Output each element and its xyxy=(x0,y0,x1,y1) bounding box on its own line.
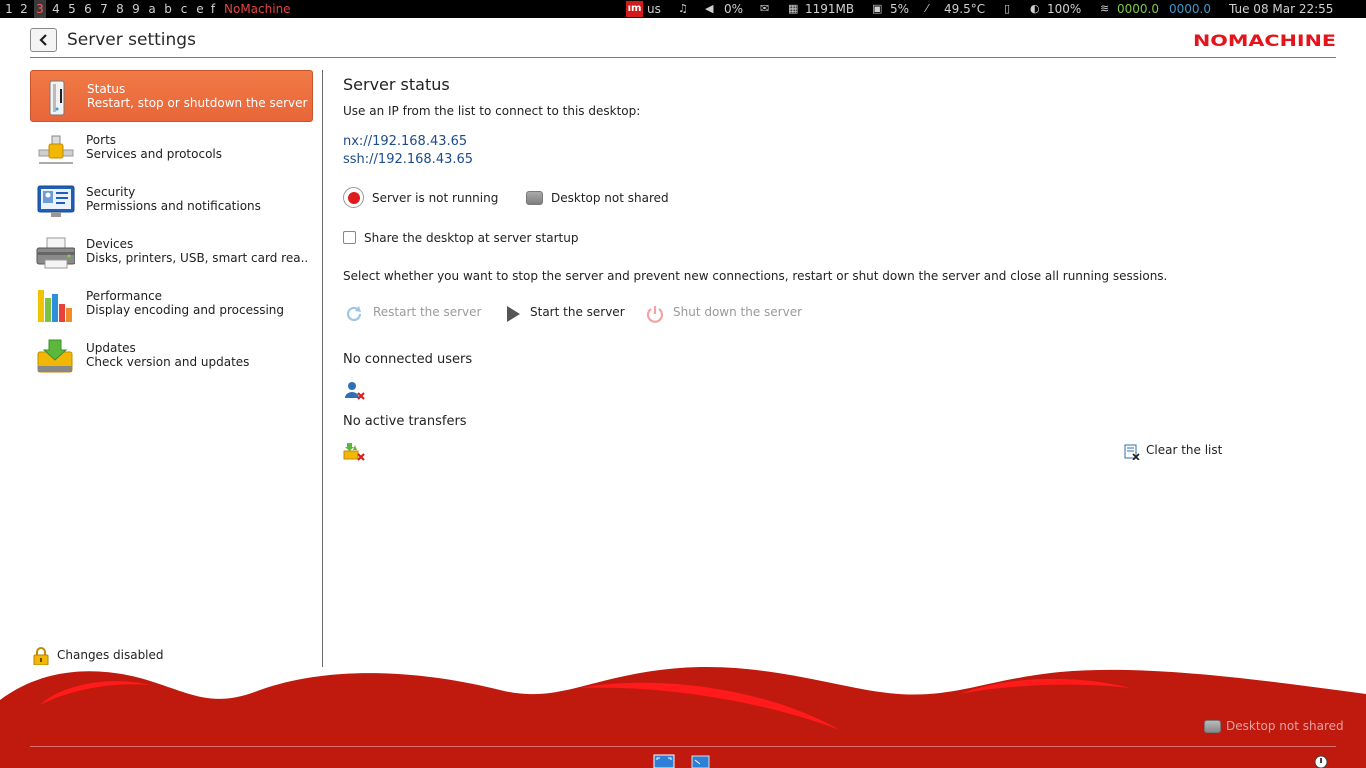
server-icon xyxy=(49,80,65,116)
music-note-icon: ♫ xyxy=(678,2,688,15)
workspace-9[interactable]: 9 xyxy=(130,0,142,18)
connected-users-heading: No connected users xyxy=(343,352,473,367)
footer-divider xyxy=(30,746,1336,747)
server-status-label: Server is not running xyxy=(372,191,499,205)
chevron-left-icon xyxy=(38,34,47,46)
intro-text: Use an IP from the list to connect to th… xyxy=(343,104,641,118)
footer-wave xyxy=(0,667,1366,768)
sidebar-item-subtitle: Permissions and notifications xyxy=(86,199,261,213)
page-title: Server settings xyxy=(67,30,196,50)
transfers-heading: No active transfers xyxy=(343,414,467,429)
sidebar-item-subtitle: Restart, stop or shutdown the server xyxy=(87,96,308,110)
play-icon xyxy=(507,306,520,322)
ports-icon xyxy=(38,135,74,164)
cpu-usage: 5% xyxy=(890,2,910,16)
temperature: 49.5°C xyxy=(944,2,986,16)
net-download: 0000.0 xyxy=(1117,2,1159,16)
workspace-c[interactable]: c xyxy=(178,0,190,18)
workspace-3[interactable]: 3 xyxy=(34,0,46,18)
clear-list-label: Clear the list xyxy=(1146,443,1223,457)
speaker-icon: ◀ xyxy=(705,2,714,15)
bar-chart-icon xyxy=(38,290,72,322)
workspace-f[interactable]: f xyxy=(207,0,219,18)
sidebar-item-security[interactable]: Security Permissions and notifications xyxy=(30,174,313,226)
sidebar-item-title: Devices xyxy=(86,237,134,251)
memory-icon: ▦ xyxy=(788,2,799,15)
shutdown-server-label: Shut down the server xyxy=(673,305,803,319)
workspace-b[interactable]: b xyxy=(162,0,174,18)
thermometer-icon: ⁄ xyxy=(926,2,928,15)
window-mode-icon[interactable] xyxy=(690,752,712,768)
input-method-icon[interactable]: ım xyxy=(626,1,643,17)
power-icon xyxy=(646,306,664,323)
header-divider xyxy=(30,57,1336,58)
mail-icon: ✉ xyxy=(760,2,770,15)
sidebar-item-ports[interactable]: Ports Services and protocols xyxy=(30,122,313,174)
sidebar-item-subtitle: Check version and updates xyxy=(86,355,250,369)
security-icon xyxy=(37,185,75,217)
sidebar-item-subtitle: Disks, printers, USB, smart card rea... xyxy=(86,251,308,265)
sidebar-item-subtitle: Services and protocols xyxy=(86,147,223,161)
desktop-share-icon xyxy=(1204,720,1221,733)
net-upload: 0000.0 xyxy=(1169,2,1211,16)
workspace-7[interactable]: 7 xyxy=(98,0,110,18)
server-status-indicator xyxy=(343,187,364,208)
brightness-icon: ◐ xyxy=(1030,2,1040,15)
wifi-icon: ≋ xyxy=(1100,2,1110,15)
battery-icon: ▯ xyxy=(1004,2,1011,15)
sidebar-item-status[interactable]: Status Restart, stop or shutdown the ser… xyxy=(30,70,313,122)
battery-level: 100% xyxy=(1047,2,1082,16)
sidebar-item-title: Ports xyxy=(86,133,117,147)
share-desktop-label[interactable]: Share the desktop at server startup xyxy=(364,231,578,245)
workspace-4[interactable]: 4 xyxy=(50,0,62,18)
no-transfers-icon xyxy=(343,443,365,461)
nomachine-logo: NOMACHINE xyxy=(1193,31,1336,49)
workspace-1[interactable]: 1 xyxy=(3,0,15,18)
sidebar-divider xyxy=(322,70,323,667)
server-actions-description: Select whether you want to stop the serv… xyxy=(343,269,1168,283)
sidebar-item-title: Security xyxy=(86,185,136,199)
desktop-share-icon xyxy=(526,191,543,205)
sidebar-item-devices[interactable]: Devices Disks, printers, USB, smart card… xyxy=(30,226,313,278)
printer-icon xyxy=(36,237,75,269)
info-icon[interactable] xyxy=(1314,755,1328,768)
download-icon xyxy=(37,339,73,373)
section-title: Server status xyxy=(343,75,450,94)
memory-usage: 1191MB xyxy=(805,2,855,16)
sidebar-item-title: Status xyxy=(87,82,126,96)
workspace-a[interactable]: a xyxy=(146,0,158,18)
nx-address-link[interactable]: nx://192.168.43.65 xyxy=(343,134,467,149)
workspace-e[interactable]: e xyxy=(194,0,206,18)
keyboard-layout[interactable]: us xyxy=(647,0,661,18)
clear-list-icon xyxy=(1124,444,1140,460)
svg-text:NOMACHINE: NOMACHINE xyxy=(1193,31,1336,49)
active-window-title: NoMachine xyxy=(224,2,291,16)
no-users-icon xyxy=(345,382,365,400)
sidebar-item-performance[interactable]: Performance Display encoding and process… xyxy=(30,278,313,330)
clock[interactable]: Tue 08 Mar 22:55 xyxy=(1229,0,1333,18)
footer-desktop-status-label: Desktop not shared xyxy=(1226,719,1344,733)
workspace-2[interactable]: 2 xyxy=(18,0,30,18)
sidebar-item-title: Updates xyxy=(86,341,136,355)
restart-icon xyxy=(346,306,362,322)
desktop-status-label: Desktop not shared xyxy=(551,191,669,205)
system-status-bar: 123456789abcef NoMachine ım us ♫ ◀ 0% ✉ … xyxy=(0,0,1366,18)
volume-level[interactable]: 0% xyxy=(724,0,743,18)
sidebar-item-subtitle: Display encoding and processing xyxy=(86,303,285,317)
sidebar-item-title: Performance xyxy=(86,289,163,303)
workspace-6[interactable]: 6 xyxy=(82,0,94,18)
restart-server-label: Restart the server xyxy=(373,305,482,319)
start-server-label: Start the server xyxy=(530,305,625,319)
back-button[interactable] xyxy=(30,28,57,52)
cpu-icon: ▣ xyxy=(872,2,883,15)
workspace-5[interactable]: 5 xyxy=(66,0,78,18)
workspace-8[interactable]: 8 xyxy=(114,0,126,18)
share-desktop-checkbox[interactable] xyxy=(343,231,356,244)
fullscreen-icon[interactable] xyxy=(653,752,675,768)
ssh-address-link[interactable]: ssh://192.168.43.65 xyxy=(343,152,473,167)
sidebar-item-updates[interactable]: Updates Check version and updates xyxy=(30,330,313,382)
